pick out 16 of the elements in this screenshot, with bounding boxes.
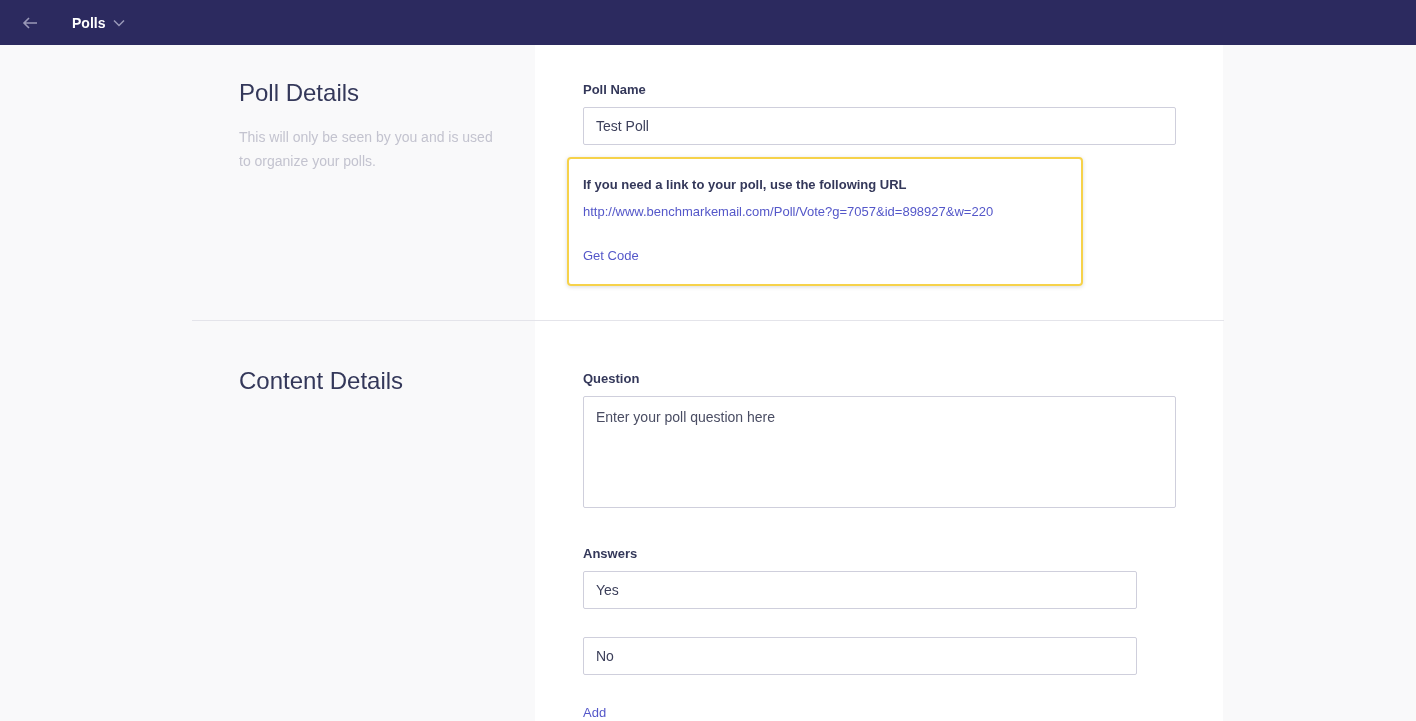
section-title: Poll Details — [239, 79, 361, 107]
poll-url-link[interactable]: http://www.benchmarkemail.com/Poll/Vote?g=7057&id=898927&w=220 — [583, 204, 994, 219]
poll-name-field[interactable]: Test Poll — [583, 107, 1176, 145]
back-arrow-icon[interactable] — [22, 16, 38, 29]
field-label: Answers — [583, 546, 639, 561]
add-answer-link[interactable]: Add — [583, 705, 607, 720]
polls-menu-button[interactable]: Polls — [72, 14, 126, 31]
question-field[interactable]: Enter your poll question here — [583, 396, 1176, 508]
chevron-down-icon — [113, 18, 126, 27]
field-label: Poll Name — [583, 82, 647, 97]
get-code-link[interactable]: Get Code — [583, 248, 639, 263]
field-label: Question — [583, 371, 641, 386]
section-title: Content Details — [239, 367, 405, 395]
link-instructions: If you need a link to your poll, use the following URL — [583, 177, 908, 192]
answer-field[interactable]: Yes — [583, 571, 1137, 609]
answer-field[interactable]: No — [583, 637, 1137, 675]
